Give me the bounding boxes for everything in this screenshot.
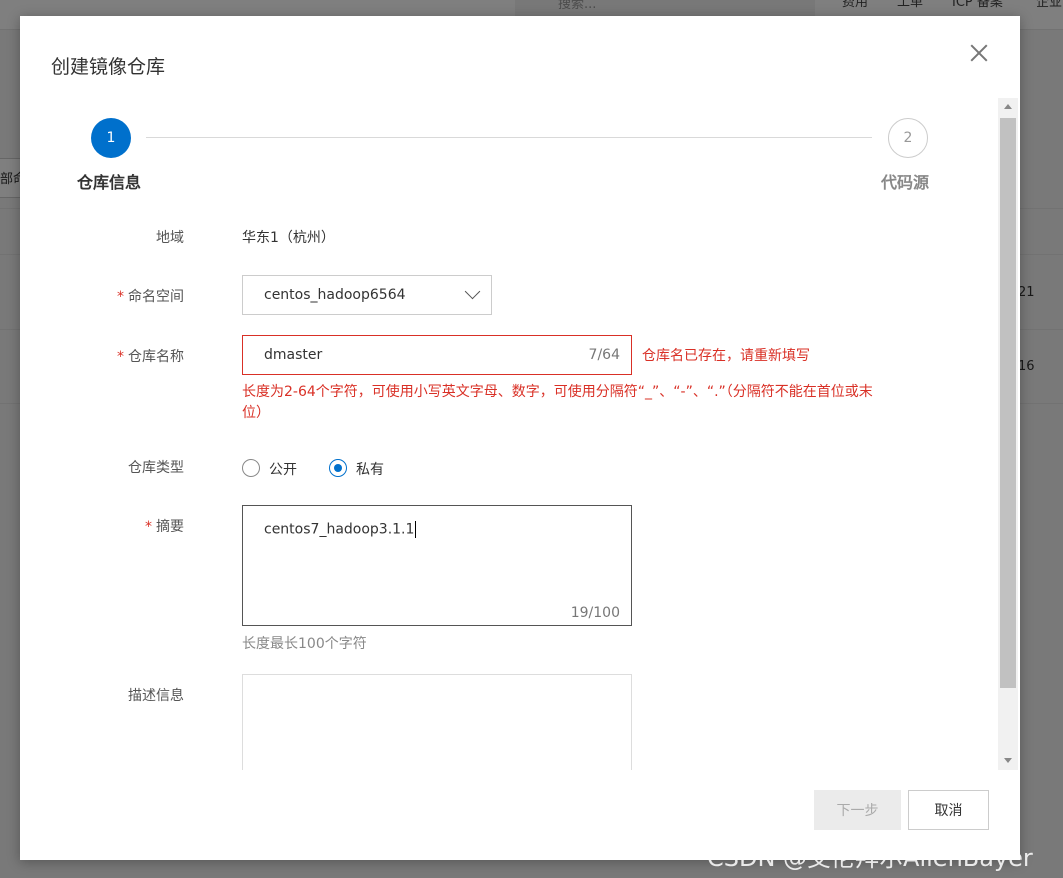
csdn-watermark: CSDN @艾伦拜尔AllenBayer	[707, 844, 1033, 872]
radio-public[interactable]	[242, 459, 260, 477]
namespace-select[interactable]: centos_hadoop6564	[242, 275, 492, 315]
summary-label: * 摘要	[145, 519, 184, 535]
repo-name-value: dmaster	[264, 347, 323, 363]
namespace-label: * 命名空间	[117, 289, 184, 305]
required-marker: *	[117, 289, 124, 305]
repo-name-char-count: 7/64	[588, 347, 620, 363]
create-repo-dialog: 创建镜像仓库 1 2 仓库信息 代码源 地域 华东1（杭州） * 命名空间 cen…	[20, 16, 1020, 860]
repo-type-label: 仓库类型	[128, 460, 184, 476]
required-marker: *	[117, 349, 124, 365]
dialog-scroll-area	[20, 96, 1020, 770]
text-caret	[415, 521, 417, 538]
required-marker: *	[145, 519, 152, 535]
dialog-scrollbar[interactable]	[998, 98, 1018, 770]
repo-name-label: * 仓库名称	[117, 349, 184, 365]
scroll-up-arrow-icon[interactable]	[1004, 104, 1012, 109]
chevron-down-icon	[464, 283, 481, 300]
repo-name-error: 仓库名已存在，请重新填写	[642, 348, 810, 364]
namespace-select-value: centos_hadoop6564	[264, 287, 406, 303]
region-value: 华东1（杭州）	[242, 230, 335, 246]
step-1-indicator: 1	[91, 118, 131, 158]
dialog-title: 创建镜像仓库	[51, 56, 166, 78]
radio-private-label[interactable]: 私有	[356, 459, 384, 479]
cancel-button[interactable]: 取消	[908, 790, 989, 830]
description-label: 描述信息	[128, 688, 184, 704]
step-2-label: 代码源	[881, 173, 930, 192]
summary-help: 长度最长100个字符	[242, 636, 367, 652]
step-2-indicator: 2	[888, 118, 928, 158]
summary-value: centos7_hadoop3.1.1	[264, 521, 417, 538]
scroll-down-arrow-icon[interactable]	[1004, 758, 1012, 763]
repo-name-rule: 长度为2-64个字符，可使用小写英文字母、数字，可使用分隔符“_”、“-”、“.…	[242, 384, 873, 421]
radio-public-label[interactable]: 公开	[269, 459, 297, 479]
close-icon[interactable]	[964, 38, 994, 68]
step-1-label: 仓库信息	[77, 173, 142, 192]
repo-name-input[interactable]: dmaster 7/64	[242, 335, 632, 375]
summary-textarea[interactable]: centos7_hadoop3.1.1 19/100	[242, 505, 632, 626]
step-connector	[146, 137, 872, 138]
scroll-thumb[interactable]	[1000, 118, 1016, 688]
summary-char-count: 19/100	[570, 605, 620, 621]
region-label: 地域	[156, 230, 184, 246]
next-step-button[interactable]: 下一步	[814, 790, 901, 830]
radio-private[interactable]	[329, 459, 347, 477]
